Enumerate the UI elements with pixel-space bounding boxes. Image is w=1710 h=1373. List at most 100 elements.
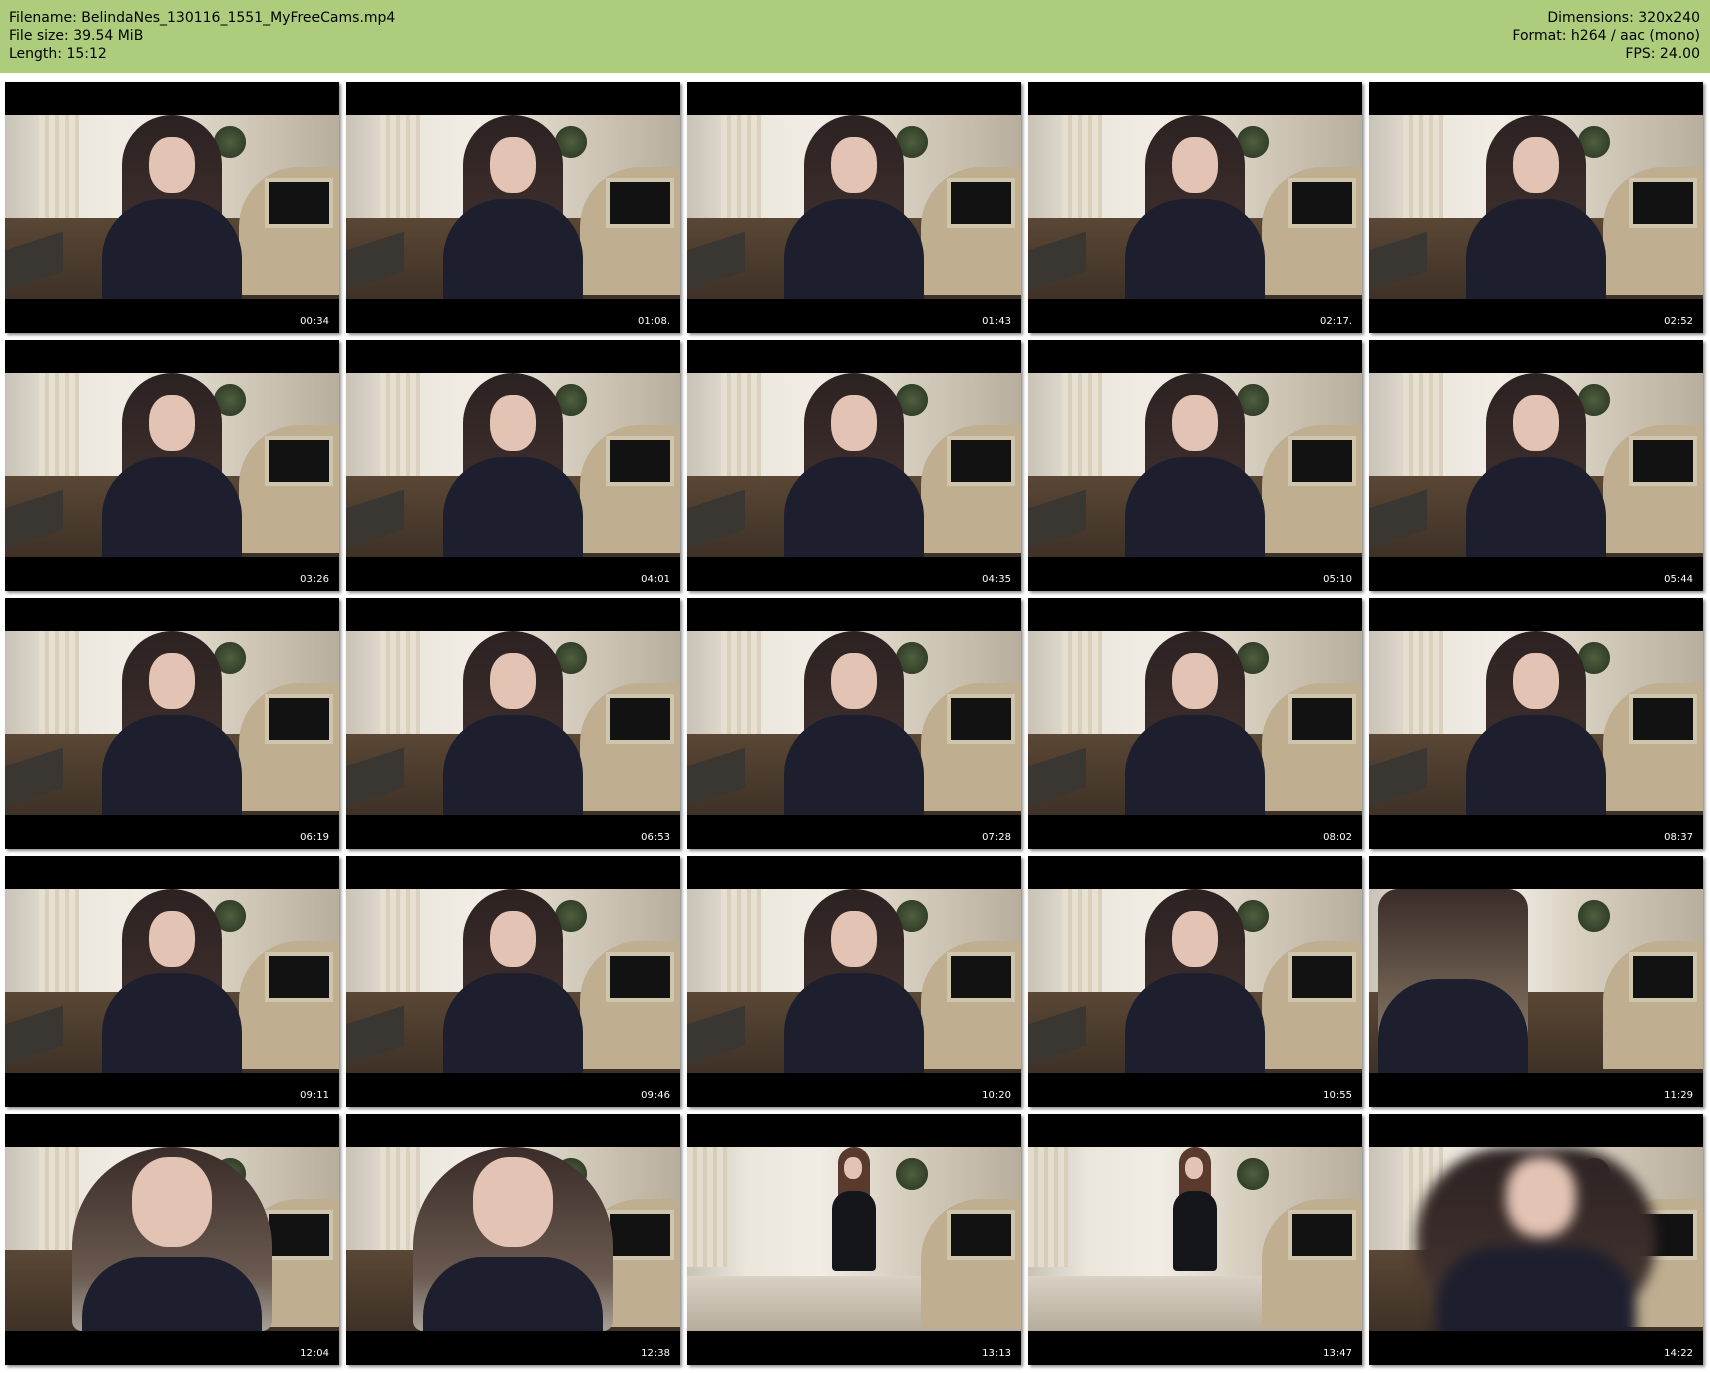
stove-opening <box>1629 177 1697 228</box>
video-thumbnail[interactable]: 14:22 <box>1369 1114 1703 1365</box>
video-thumbnail[interactable]: 00:34 <box>5 82 339 333</box>
video-thumbnail[interactable]: 12:04 <box>5 1114 339 1365</box>
video-thumbnail[interactable]: 05:10 <box>1028 340 1362 591</box>
face <box>132 1157 212 1247</box>
person <box>1466 631 1606 815</box>
person <box>784 373 924 557</box>
person <box>443 889 583 1073</box>
video-thumbnail[interactable]: 02:52 <box>1369 82 1703 333</box>
curtain <box>380 373 420 493</box>
timestamp: 06:53 <box>641 832 670 843</box>
video-thumbnail[interactable]: 04:01 <box>346 340 680 591</box>
timestamp: 08:02 <box>1323 832 1352 843</box>
curtain <box>721 115 761 235</box>
dimensions-text: Dimensions: 320x240 <box>1547 10 1700 26</box>
video-frame <box>346 1147 680 1331</box>
video-frame <box>1369 373 1703 557</box>
curtain <box>1062 373 1102 493</box>
face <box>149 137 195 193</box>
person <box>403 1147 623 1331</box>
torso <box>443 973 583 1073</box>
video-thumbnail[interactable]: 13:13 <box>687 1114 1021 1365</box>
video-frame <box>346 889 680 1073</box>
person <box>1125 115 1265 299</box>
person <box>102 889 242 1073</box>
person <box>824 1147 884 1331</box>
video-thumbnail[interactable]: 03:26 <box>5 340 339 591</box>
face <box>149 653 195 709</box>
info-left: Filename: BelindaNes_130116_1551_MyFreeC… <box>9 9 395 63</box>
curtain <box>721 889 761 1009</box>
video-thumbnail[interactable]: 07:28 <box>687 598 1021 849</box>
stove-opening <box>265 951 333 1002</box>
file-size-text: File size: 39.54 MiB <box>9 28 144 44</box>
video-thumbnail[interactable]: 01:08. <box>346 82 680 333</box>
curtain <box>1403 115 1443 235</box>
video-frame <box>346 373 680 557</box>
video-thumbnail[interactable]: 13:47 <box>1028 1114 1362 1365</box>
torso <box>1125 973 1265 1073</box>
video-frame <box>5 115 339 299</box>
video-thumbnail[interactable]: 05:44 <box>1369 340 1703 591</box>
curtain <box>39 115 79 235</box>
timestamp: 12:38 <box>641 1348 670 1359</box>
timestamp: 06:19 <box>300 832 329 843</box>
fps-text: FPS: 24.00 <box>1625 46 1700 62</box>
torso <box>443 199 583 299</box>
video-thumbnail[interactable]: 02:17. <box>1028 82 1362 333</box>
video-thumbnail[interactable]: 01:43 <box>687 82 1021 333</box>
person <box>1125 373 1265 557</box>
stove-opening <box>265 693 333 744</box>
person <box>62 1147 282 1331</box>
person <box>102 373 242 557</box>
stove-opening <box>1629 951 1697 1002</box>
face <box>490 137 536 193</box>
torso <box>1466 457 1606 557</box>
video-thumbnail[interactable]: 09:11 <box>5 856 339 1107</box>
torso <box>1466 715 1606 815</box>
torso <box>102 973 242 1073</box>
video-thumbnail[interactable]: 04:35 <box>687 340 1021 591</box>
stove-opening <box>1288 177 1356 228</box>
video-thumbnail[interactable]: 10:55 <box>1028 856 1362 1107</box>
video-frame <box>5 631 339 815</box>
torso <box>102 457 242 557</box>
info-header: Filename: BelindaNes_130116_1551_MyFreeC… <box>0 0 1710 73</box>
torso <box>832 1191 876 1271</box>
video-thumbnail[interactable]: 06:53 <box>346 598 680 849</box>
stove-opening <box>606 951 674 1002</box>
timestamp: 00:34 <box>300 316 329 327</box>
person <box>443 373 583 557</box>
person <box>443 115 583 299</box>
face <box>490 395 536 451</box>
stove-opening <box>1288 435 1356 486</box>
timestamp: 02:52 <box>1664 316 1693 327</box>
face <box>1185 1157 1203 1179</box>
filename-text: Filename: BelindaNes_130116_1551_MyFreeC… <box>9 10 396 26</box>
video-thumbnail[interactable]: 11:29 <box>1369 856 1703 1107</box>
video-thumbnail[interactable]: 10:20 <box>687 856 1021 1107</box>
torso <box>102 199 242 299</box>
timestamp: 10:20 <box>982 1090 1011 1101</box>
curtain <box>1062 889 1102 1009</box>
curtain <box>380 889 420 1009</box>
curtain <box>39 373 79 493</box>
timestamp: 01:43 <box>982 316 1011 327</box>
face <box>1513 137 1559 193</box>
curtain <box>1403 373 1443 493</box>
video-thumbnail[interactable]: 06:19 <box>5 598 339 849</box>
torso <box>1125 199 1265 299</box>
person <box>784 115 924 299</box>
video-frame <box>346 631 680 815</box>
video-frame <box>1028 889 1362 1073</box>
timestamp: 12:04 <box>300 1348 329 1359</box>
video-thumbnail[interactable]: 09:46 <box>346 856 680 1107</box>
torso <box>423 1257 603 1331</box>
video-thumbnail[interactable]: 08:02 <box>1028 598 1362 849</box>
video-frame <box>1369 889 1703 1073</box>
video-thumbnail[interactable]: 08:37 <box>1369 598 1703 849</box>
video-thumbnail[interactable]: 12:38 <box>346 1114 680 1365</box>
video-frame <box>1028 1147 1362 1331</box>
timestamp: 08:37 <box>1664 832 1693 843</box>
torso <box>102 715 242 815</box>
